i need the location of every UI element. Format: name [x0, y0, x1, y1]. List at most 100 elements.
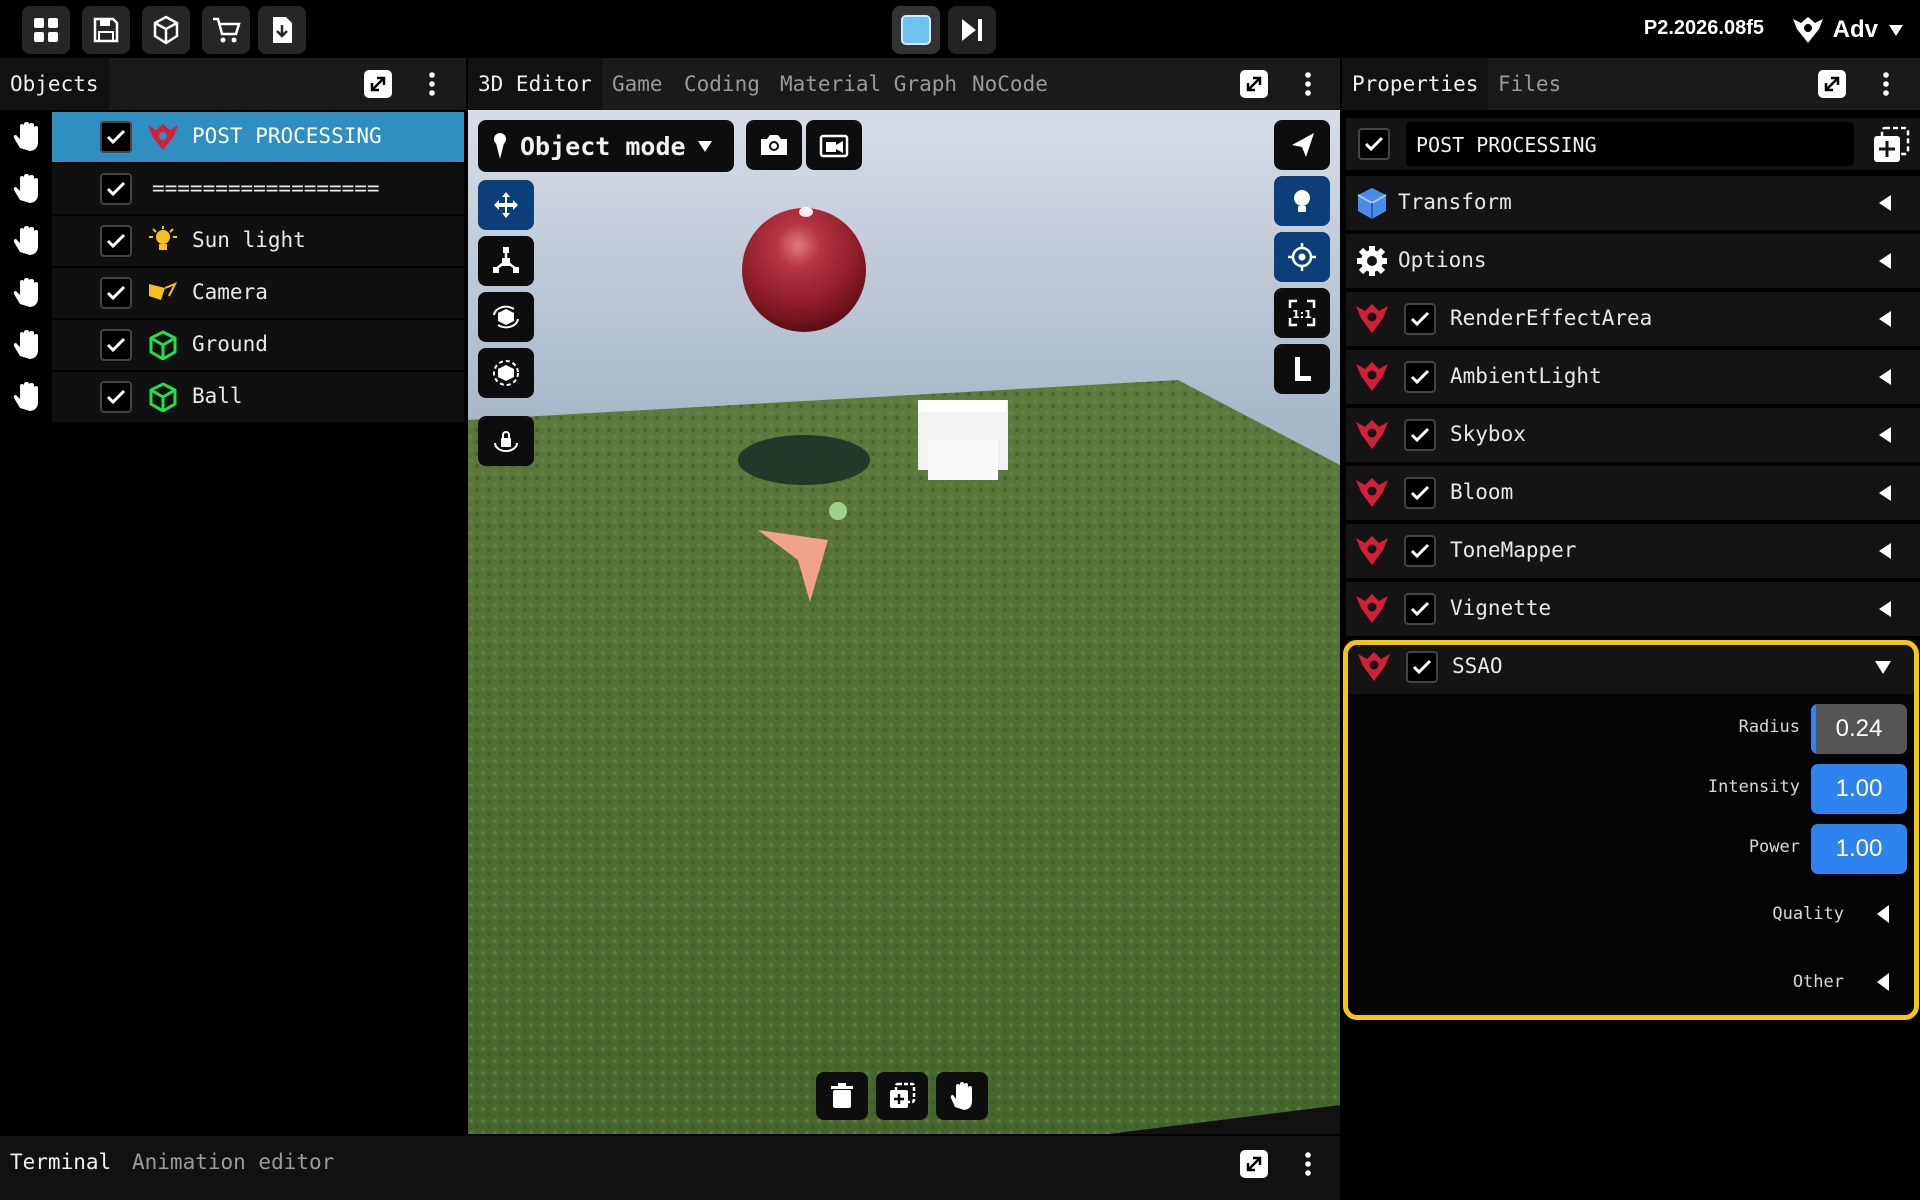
expand-icon	[1240, 1150, 1268, 1178]
post-processing-icon	[1356, 536, 1388, 565]
select-tool-button[interactable]	[1274, 120, 1330, 170]
save-icon	[93, 17, 119, 43]
hand-icon	[950, 1082, 972, 1110]
component-render-effect-area[interactable]: RenderEffectArea	[1346, 292, 1920, 346]
section-label: Transform	[1398, 190, 1512, 214]
object-name-row: POST PROCESSING	[1346, 118, 1920, 170]
component-vignette[interactable]: Vignette	[1346, 582, 1920, 636]
enabled-checkbox[interactable]	[1404, 303, 1436, 335]
3d-viewport[interactable]: Object mode 1:1	[468, 110, 1340, 1134]
tab-game[interactable]: Game	[602, 58, 673, 110]
list-item[interactable]: Ball	[0, 372, 466, 422]
stop-button[interactable]	[892, 6, 940, 54]
visibility-checkbox[interactable]	[100, 121, 132, 153]
enabled-checkbox[interactable]	[1358, 128, 1390, 160]
transform-tool-button[interactable]	[478, 348, 534, 398]
store-button[interactable]	[202, 6, 250, 54]
trash-icon	[831, 1083, 853, 1108]
hand-drag-icon[interactable]	[10, 172, 44, 206]
list-item[interactable]: ==================	[0, 164, 466, 214]
tab-objects[interactable]: Objects	[0, 58, 109, 110]
tab-nocode[interactable]: NoCode	[962, 58, 1058, 110]
hand-drag-icon[interactable]	[10, 120, 44, 154]
duplicate-button[interactable]	[876, 1072, 928, 1120]
maximize-panel-button[interactable]	[1238, 68, 1270, 100]
list-item[interactable]: Sun light	[0, 216, 466, 266]
local-space-button[interactable]	[1274, 344, 1330, 394]
enabled-checkbox[interactable]	[1404, 361, 1436, 393]
lock-rotation-button[interactable]	[478, 416, 534, 466]
maximize-panel-button[interactable]	[1816, 68, 1848, 100]
visibility-checkbox[interactable]	[100, 277, 132, 309]
view-camera-button[interactable]	[806, 120, 862, 170]
visibility-checkbox[interactable]	[100, 381, 132, 413]
object-name-input[interactable]: POST PROCESSING	[1406, 122, 1854, 166]
crosshair-icon	[1288, 243, 1316, 271]
component-skybox[interactable]: Skybox	[1346, 408, 1920, 462]
enabled-checkbox[interactable]	[1404, 477, 1436, 509]
step-button[interactable]	[948, 6, 996, 54]
hand-drag-icon[interactable]	[10, 380, 44, 414]
visibility-checkbox[interactable]	[100, 173, 132, 205]
tab-animation-editor[interactable]: Animation editor	[122, 1136, 344, 1188]
save-button[interactable]	[82, 6, 130, 54]
panel-menu-button[interactable]	[1870, 68, 1902, 100]
hand-drag-icon[interactable]	[10, 276, 44, 310]
object-mode-dropdown[interactable]: Object mode	[478, 120, 734, 172]
enabled-checkbox[interactable]	[1404, 593, 1436, 625]
camera-icon	[149, 282, 178, 300]
chevron-down-icon	[697, 141, 712, 152]
tab-terminal[interactable]: Terminal	[0, 1136, 122, 1188]
visibility-checkbox[interactable]	[100, 329, 132, 361]
enabled-checkbox[interactable]	[1404, 535, 1436, 567]
component-label: AmbientLight	[1450, 364, 1602, 388]
lighting-toggle-button[interactable]	[1274, 176, 1330, 226]
component-tone-mapper[interactable]: ToneMapper	[1346, 524, 1920, 578]
pan-button[interactable]	[936, 1072, 988, 1120]
maximize-panel-button[interactable]	[362, 68, 394, 100]
section-options[interactable]: Options	[1346, 234, 1920, 288]
assets-button[interactable]	[142, 6, 190, 54]
cursor-icon	[1292, 133, 1314, 157]
panel-menu-button[interactable]	[1292, 68, 1324, 100]
chevron-left-icon	[1879, 485, 1891, 501]
delete-button[interactable]	[816, 1072, 868, 1120]
hand-drag-icon[interactable]	[10, 328, 44, 362]
component-ambient-light[interactable]: AmbientLight	[1346, 350, 1920, 404]
panel-menu-button[interactable]	[416, 68, 448, 100]
scale-icon	[493, 247, 519, 273]
list-item[interactable]: Ground	[0, 320, 466, 370]
user-menu[interactable]: Adv	[1791, 10, 1906, 50]
grid-icon	[34, 18, 58, 42]
visibility-checkbox[interactable]	[100, 225, 132, 257]
tab-coding[interactable]: Coding	[674, 58, 770, 110]
tab-files[interactable]: Files	[1488, 58, 1571, 110]
scale-tool-button[interactable]	[478, 236, 534, 286]
tab-material-graph[interactable]: Material Graph	[770, 58, 967, 110]
expand-icon	[1818, 70, 1846, 98]
enabled-checkbox[interactable]	[1404, 419, 1436, 451]
post-processing-icon	[1356, 304, 1388, 333]
panel-menu-button[interactable]	[1292, 1148, 1324, 1180]
lightbulb-icon	[149, 226, 177, 250]
check-icon	[106, 285, 126, 301]
list-item[interactable]: Camera	[0, 268, 466, 318]
focus-button[interactable]	[1274, 232, 1330, 282]
maximize-panel-button[interactable]	[1238, 1148, 1270, 1180]
hand-drag-icon[interactable]	[10, 224, 44, 258]
logo-icon	[1792, 17, 1823, 43]
component-bloom[interactable]: Bloom	[1346, 466, 1920, 520]
section-transform[interactable]: Transform	[1346, 176, 1920, 230]
list-item[interactable]: POST PROCESSING	[0, 112, 466, 162]
screenshot-button[interactable]	[746, 120, 802, 170]
apps-grid-button[interactable]	[22, 6, 70, 54]
fit-view-button[interactable]: 1:1	[1274, 288, 1330, 338]
more-vertical-icon	[1305, 1152, 1311, 1176]
add-component-icon[interactable]	[1872, 126, 1910, 164]
tab-3d-editor[interactable]: 3D Editor	[468, 58, 602, 110]
component-label: ToneMapper	[1450, 538, 1577, 562]
export-button[interactable]	[258, 6, 306, 54]
rotate-tool-button[interactable]	[478, 292, 534, 342]
move-tool-button[interactable]	[478, 180, 534, 230]
tab-properties[interactable]: Properties	[1342, 58, 1489, 110]
